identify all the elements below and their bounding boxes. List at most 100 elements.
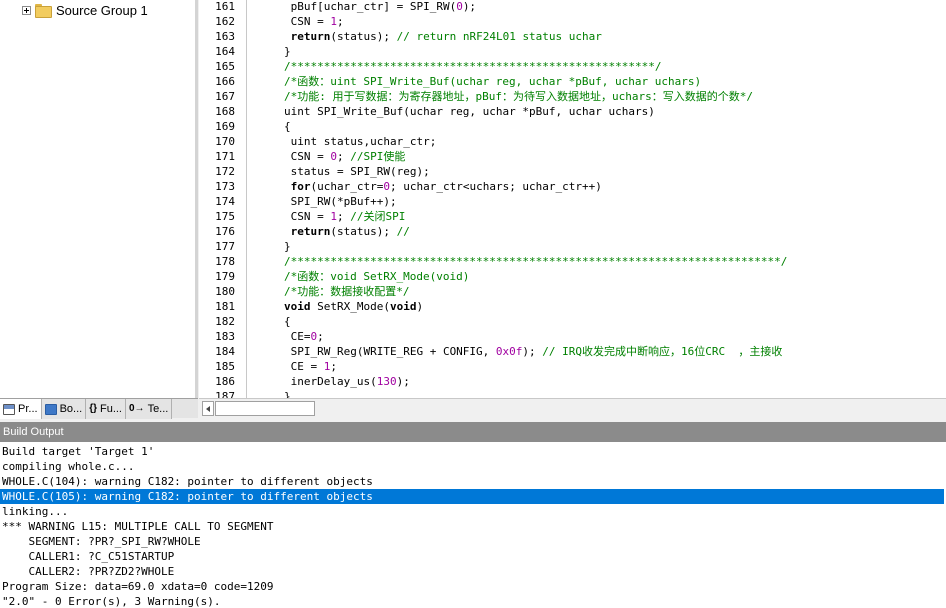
code-token: uint SPI_Write_Buf(uchar reg, uchar *pBu… xyxy=(284,105,655,118)
build-output-line[interactable]: CALLER2: ?PR?ZD2?WHOLE xyxy=(0,564,946,579)
code-token: /***************************************… xyxy=(284,60,662,73)
code-text: uint status,uchar_ctr; xyxy=(284,134,437,149)
code-text: /***************************************… xyxy=(284,254,787,269)
code-line[interactable]: 162 CSN = 1; xyxy=(199,14,946,29)
code-token: (status); xyxy=(330,225,397,238)
templates-icon: 0→ xyxy=(129,402,145,414)
code-line[interactable]: 181 void SetRX_Mode(void) xyxy=(199,299,946,314)
code-line[interactable]: 170 uint status,uchar_ctr; xyxy=(199,134,946,149)
build-output-line[interactable]: *** WARNING L15: MULTIPLE CALL TO SEGMEN… xyxy=(0,519,946,534)
tab-functions[interactable]: {} Fu... xyxy=(86,399,126,419)
code-token: pBuf[uchar_ctr] = SPI_RW( xyxy=(284,0,457,13)
code-token: } xyxy=(284,390,291,398)
code-token: CSN = xyxy=(284,210,331,223)
build-output-line[interactable]: SEGMENT: ?PR?_SPI_RW?WHOLE xyxy=(0,534,946,549)
line-number: 165 xyxy=(215,60,235,73)
functions-icon: {} xyxy=(89,402,97,414)
scrollbar-thumb[interactable] xyxy=(215,401,315,416)
build-output-title: Build Output xyxy=(0,422,946,442)
code-line[interactable]: 178 /************************************… xyxy=(199,254,946,269)
code-line[interactable]: 161 pBuf[uchar_ctr] = SPI_RW(0); xyxy=(199,0,946,14)
code-line[interactable]: 182 { xyxy=(199,314,946,329)
code-line[interactable]: 175 CSN = 1; //关闭SPI xyxy=(199,209,946,224)
code-line[interactable]: 184 SPI_RW_Reg(WRITE_REG + CONFIG, 0x0f)… xyxy=(199,344,946,359)
code-line[interactable]: 177} xyxy=(199,239,946,254)
code-line[interactable]: 164} xyxy=(199,44,946,59)
build-output-line[interactable]: linking... xyxy=(0,504,946,519)
code-token: /*功能: 用于写数据：为寄存器地址，pBuf：为待写入数据地址，uchars：… xyxy=(284,90,753,103)
project-panel: Source Group 1 xyxy=(0,0,198,398)
code-line[interactable]: 168 uint SPI_Write_Buf(uchar reg, uchar *… xyxy=(199,104,946,119)
code-token: // IRQ收发完成中断响应，16位CRC ，主接收 xyxy=(542,345,783,358)
code-token: 1 xyxy=(330,210,337,223)
code-line[interactable]: 172 status = SPI_RW(reg); xyxy=(199,164,946,179)
code-line[interactable]: 173 for(uchar_ctr=0; uchar_ctr<uchars; u… xyxy=(199,179,946,194)
line-number: 187 xyxy=(215,390,235,398)
expand-plus-icon[interactable] xyxy=(22,5,31,15)
code-token: } xyxy=(284,45,291,58)
build-output-line[interactable]: compiling whole.c... xyxy=(0,459,946,474)
code-lines: 161 pBuf[uchar_ctr] = SPI_RW(0); 162 CSN … xyxy=(199,0,946,398)
code-line[interactable]: 187} xyxy=(199,389,946,398)
code-line[interactable]: 171 CSN = 0; //SPI使能 xyxy=(199,149,946,164)
code-text: { xyxy=(284,119,291,134)
code-token: ); xyxy=(396,375,410,388)
build-output-line[interactable]: "2.0" - 0 Error(s), 3 Warning(s). xyxy=(0,594,946,608)
code-text: /*功能：数据接收配置*/ xyxy=(284,284,410,299)
code-line[interactable]: 186 inerDelay_us(130); xyxy=(199,374,946,389)
code-text: } xyxy=(284,389,291,398)
code-token: ; uchar_ctr<uchars; uchar_ctr++) xyxy=(389,180,602,193)
line-number: 176 xyxy=(215,225,235,238)
project-panel-tabs: Pr... Bo... {} Fu... 0→ Te... xyxy=(0,398,198,419)
build-output-line[interactable]: Build target 'Target 1' xyxy=(0,444,946,459)
code-text: return(status); // return nRF24L01 statu… xyxy=(284,29,602,44)
line-number: 177 xyxy=(215,240,235,253)
code-line[interactable]: 167 /*功能: 用于写数据：为寄存器地址，pBuf：为待写入数据地址，ucha… xyxy=(199,89,946,104)
code-token: { xyxy=(284,315,291,328)
code-token: ; xyxy=(330,360,337,373)
code-token: for xyxy=(290,180,311,193)
build-output-line[interactable]: WHOLE.C(104): warning C182: pointer to d… xyxy=(0,474,946,489)
code-token: SPI_RW(*pBuf++); xyxy=(284,195,397,208)
line-number: 166 xyxy=(215,75,235,88)
scroll-left-arrow-icon[interactable] xyxy=(202,401,214,416)
code-editor[interactable]: 161 pBuf[uchar_ctr] = SPI_RW(0); 162 CSN … xyxy=(199,0,946,398)
code-text: CSN = 1; xyxy=(284,14,344,29)
code-line[interactable]: 169 { xyxy=(199,119,946,134)
line-number: 184 xyxy=(215,345,235,358)
code-text: void SetRX_Mode(void) xyxy=(284,299,423,314)
code-token: SPI_RW_Reg(WRITE_REG + CONFIG, xyxy=(284,345,496,358)
code-text: CE=0; xyxy=(284,329,324,344)
code-line[interactable]: 185 CE = 1; xyxy=(199,359,946,374)
code-line[interactable]: 163 return(status); // return nRF24L01 s… xyxy=(199,29,946,44)
line-number: 173 xyxy=(215,180,235,193)
code-line[interactable]: 179 /*函数：void SetRX_Mode(void) xyxy=(199,269,946,284)
build-output-panel[interactable]: Build target 'Target 1' compiling whole.c… xyxy=(0,442,946,608)
tab-label: Te... xyxy=(147,403,169,415)
build-output-line[interactable]: CALLER1: ?C_C51STARTUP xyxy=(0,549,946,564)
tree-item-label: Source Group 1 xyxy=(56,2,148,18)
code-line[interactable]: 165 /************************************… xyxy=(199,59,946,74)
code-line[interactable]: 176 return(status); // xyxy=(199,224,946,239)
code-line[interactable]: 183 CE=0; xyxy=(199,329,946,344)
code-token: 0 xyxy=(456,0,463,13)
build-output-line[interactable]: Program Size: data=69.0 xdata=0 code=120… xyxy=(0,579,946,594)
code-text: CSN = 1; //关闭SPI xyxy=(284,209,406,224)
code-token: 0 xyxy=(330,150,337,163)
code-text: { xyxy=(284,314,291,329)
line-number: 185 xyxy=(215,360,235,373)
code-token: ; xyxy=(336,210,351,223)
tree-item-source-group-1[interactable]: Source Group 1 xyxy=(22,1,148,19)
tab-project[interactable]: Pr... xyxy=(0,399,42,419)
code-token: } xyxy=(284,240,291,253)
code-line[interactable]: 166 /*函数：uint SPI_Write_Buf(uchar reg, uc… xyxy=(199,74,946,89)
code-text: pBuf[uchar_ctr] = SPI_RW(0); xyxy=(284,0,476,14)
tab-books[interactable]: Bo... xyxy=(41,399,87,419)
tab-templates[interactable]: 0→ Te... xyxy=(126,399,173,419)
code-line[interactable]: 180 /*功能：数据接收配置*/ xyxy=(199,284,946,299)
line-number: 163 xyxy=(215,30,235,43)
code-line[interactable]: 174 SPI_RW(*pBuf++); xyxy=(199,194,946,209)
build-output-line[interactable]: WHOLE.C(105): warning C182: pointer to d… xyxy=(0,489,944,504)
project-panel-scrollbar[interactable] xyxy=(195,0,198,398)
project-icon xyxy=(3,403,15,415)
